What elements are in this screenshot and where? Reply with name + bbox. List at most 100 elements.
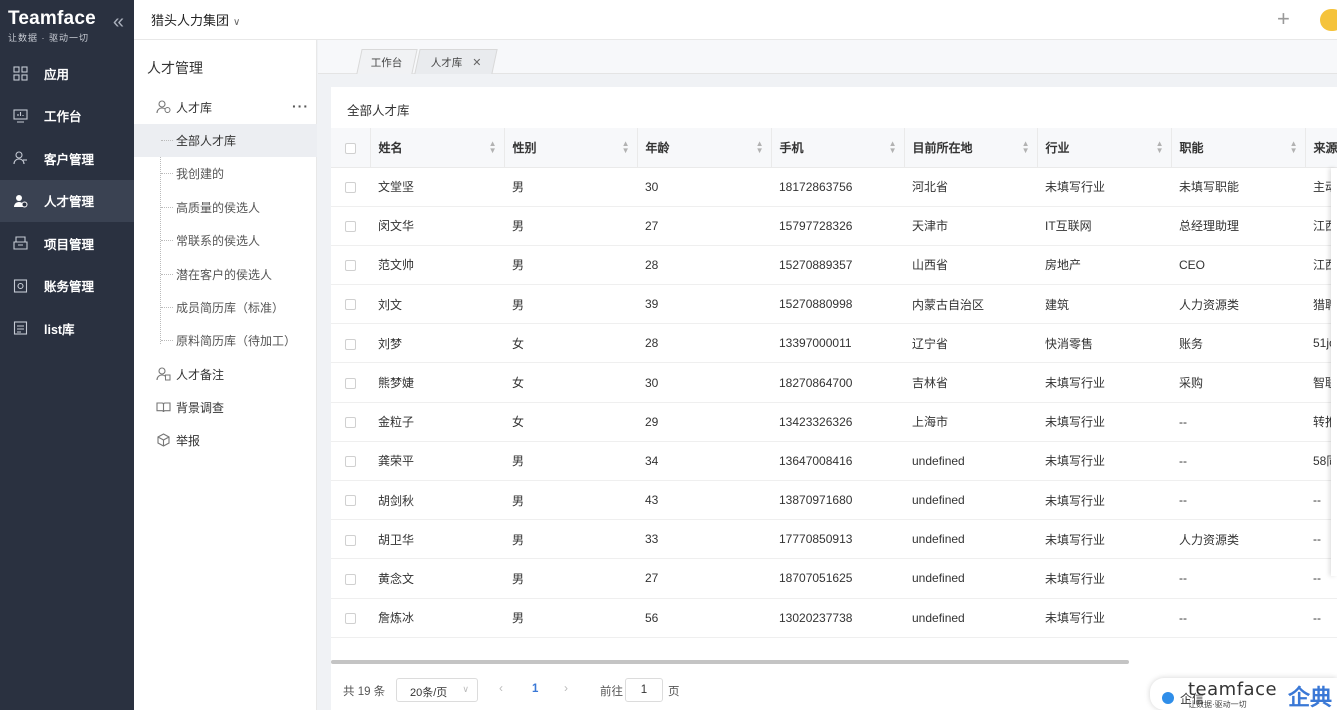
table-row[interactable]: 胡剑秋男 43 13870971680 undefined 未填写行业 -- --: [331, 481, 1337, 520]
row-select-cell: [331, 520, 370, 559]
row-checkbox[interactable]: [345, 181, 356, 193]
column-header[interactable]: 目前所在地 ▲ ▼: [904, 128, 1038, 168]
goto-page-input[interactable]: 1: [625, 678, 663, 702]
tree-item-0[interactable]: 全部人才库: [134, 124, 317, 157]
tree-group-report[interactable]: 举报: [134, 425, 317, 455]
row-checkbox[interactable]: [345, 338, 356, 350]
sort-icon[interactable]: ▲ ▼: [622, 140, 630, 155]
row-checkbox[interactable]: [345, 221, 356, 233]
table-cell: 男: [512, 532, 525, 547]
table-cell: 未填写行业: [1045, 180, 1106, 195]
column-header[interactable]: 年龄 ▲ ▼: [637, 128, 772, 168]
nav-item-0[interactable]: 应用: [0, 52, 134, 95]
tree-connector: [161, 240, 173, 242]
table-row[interactable]: 熊梦婕女 30 18270864700 吉林省 未填写行业 采购 智联: [331, 363, 1337, 403]
sort-icon[interactable]: ▲ ▼: [1156, 140, 1164, 155]
close-icon[interactable]: ✕: [472, 57, 481, 69]
tab-workbench[interactable]: 工作台: [356, 49, 418, 74]
nav-item-5[interactable]: 账务管理: [0, 265, 134, 308]
tree-group-label: 人才库: [176, 100, 213, 115]
dashboard-icon: [12, 108, 28, 124]
watermark: teamface 让数据·驱动一切 企典: [1186, 679, 1337, 710]
nav-item-label: 人才管理: [44, 195, 95, 210]
table-cell: 15270889357: [779, 257, 853, 272]
tree-group-talent[interactable]: 人才库 ···: [134, 92, 317, 122]
tree-group-label: 背景调查: [176, 400, 225, 415]
table-cell: 13870971680: [779, 493, 853, 508]
table-container[interactable]: 姓名 ▲ ▼ 性别 ▲ ▼ 年龄 ▲ ▼ 手机 ▲ ▼ 目前所在地 ▲ ▼ 行业 ▲ ▼ 职能 ▲ ▼ 来源 文堂坚男 30…: [331, 128, 1337, 648]
nav-item-6[interactable]: list库: [0, 307, 134, 350]
nav-item-1[interactable]: 工作台: [0, 95, 134, 138]
row-checkbox[interactable]: [345, 260, 356, 272]
sort-icon[interactable]: ▲ ▼: [756, 140, 764, 155]
collapse-sidebar-icon[interactable]: «: [113, 12, 124, 32]
nav-item-4[interactable]: 项目管理: [0, 222, 134, 265]
table-row[interactable]: 詹炼冰 男 56 13020237738 undefined 未填写行业 -- --: [331, 598, 1337, 638]
table-cell: 闵文华: [378, 219, 415, 234]
table-cell: 未填写行业: [1045, 493, 1106, 508]
tree-item-1[interactable]: 我创建的: [134, 157, 317, 190]
row-checkbox[interactable]: [345, 299, 356, 311]
tree-item-4[interactable]: 潜在客户的侯选人: [134, 258, 317, 291]
column-header[interactable]: 行业 ▲ ▼: [1037, 128, 1172, 168]
tab-talent-pool[interactable]: 人才库 ✕: [414, 49, 498, 74]
tree-item-label: 我创建的: [176, 167, 225, 182]
table-row[interactable]: 刘梦女 28 13397000011 辽宁省 快消零售 账务 51jo: [331, 324, 1337, 363]
tree-group-label: 举报: [176, 433, 201, 448]
nav-item-3[interactable]: 人才管理: [0, 179, 134, 222]
table-row[interactable]: 范文帅男 28 15270889357 山西省 房地产 CEO 江西: [331, 245, 1337, 285]
tree-group-background[interactable]: 背景调查: [134, 392, 317, 422]
table-row[interactable]: 闵文华男 27 15797728326 天津市 IT互联网 总经理助理 江西: [331, 206, 1337, 246]
row-checkbox[interactable]: [345, 612, 356, 624]
table-cell: undefined: [912, 453, 965, 468]
org-switcher[interactable]: 猎头人力集团 ∨: [151, 10, 240, 29]
tree-group-label: 人才备注: [176, 367, 225, 382]
table-cell: 18172863756: [779, 179, 853, 194]
prev-page-icon[interactable]: ‹: [499, 681, 503, 695]
avatar[interactable]: [1320, 9, 1337, 31]
current-page[interactable]: 1: [532, 683, 538, 695]
tree-item-3[interactable]: 常联系的侯选人: [134, 224, 317, 257]
tab-label: 人才库: [430, 56, 463, 69]
column-header[interactable]: 性别 ▲ ▼: [504, 128, 638, 168]
nav-item-2[interactable]: 客户管理: [0, 137, 134, 180]
column-header[interactable]: 姓名 ▲ ▼: [370, 128, 505, 168]
column-header-label: 行业: [1045, 140, 1070, 155]
table-cell: 男: [512, 297, 525, 312]
table-row[interactable]: 金粒子女 29 13423326326 上海市 未填写行业 -- 转推: [331, 402, 1337, 442]
row-checkbox[interactable]: [345, 534, 356, 546]
table-row[interactable]: 刘文男 39 15270880998 内蒙古自治区 建筑 人力资源类 猎聘: [331, 285, 1337, 324]
sort-icon[interactable]: ▲ ▼: [489, 140, 497, 155]
tree-item-5[interactable]: 成员简历库（标准）: [134, 291, 317, 324]
column-header[interactable]: 来源: [1305, 128, 1337, 168]
notes-icon: [156, 367, 171, 381]
horizontal-scrollbar[interactable]: [331, 660, 1129, 664]
row-checkbox[interactable]: [345, 456, 356, 468]
table-cell: 未填写行业: [1037, 637, 1171, 648]
tree-item-6[interactable]: 原料简历库（待加工）: [134, 324, 317, 357]
main-sidebar: Teamface 让数据 · 驱动一切 « 应用 工作台 客户管理 人才管理 项目管理账…: [0, 0, 134, 710]
tree-item-2[interactable]: 高质量的侯选人: [134, 191, 317, 224]
next-page-icon[interactable]: ›: [564, 681, 568, 695]
table-row[interactable]: 陈替替女2918046804886undefined未填写行业----: [331, 637, 1337, 648]
table-cell: undefined: [912, 532, 965, 547]
select-all-checkbox[interactable]: [345, 142, 356, 154]
more-icon[interactable]: ···: [292, 98, 309, 114]
page-size-select[interactable]: 20条/页 ∨: [396, 678, 478, 702]
column-header[interactable]: 职能 ▲ ▼: [1171, 128, 1306, 168]
table-row[interactable]: 胡卫华男 33 17770850913 undefined 未填写行业 人力资源类 --: [331, 520, 1337, 559]
row-checkbox[interactable]: [345, 495, 356, 507]
table-row[interactable]: 文堂坚男 30 18172863756 河北省 未填写行业 未填写职能 主动: [331, 167, 1337, 207]
row-checkbox[interactable]: [345, 377, 356, 389]
sort-icon[interactable]: ▲ ▼: [1022, 140, 1030, 155]
table-row[interactable]: 龚荣平男 34 13647008416 undefined 未填写行业 -- 58同: [331, 441, 1337, 481]
table-cell: 女: [504, 637, 637, 648]
column-header[interactable]: 手机 ▲ ▼: [771, 128, 905, 168]
sort-icon[interactable]: ▲ ▼: [1290, 140, 1298, 155]
row-checkbox[interactable]: [345, 573, 356, 585]
add-icon[interactable]: +: [1277, 6, 1290, 32]
sort-icon[interactable]: ▲ ▼: [889, 140, 897, 155]
row-checkbox[interactable]: [345, 417, 356, 429]
table-row[interactable]: 黄念文男 27 18707051625 undefined 未填写行业 -- --: [331, 559, 1337, 599]
tree-group-notes[interactable]: 人才备注: [134, 359, 317, 389]
